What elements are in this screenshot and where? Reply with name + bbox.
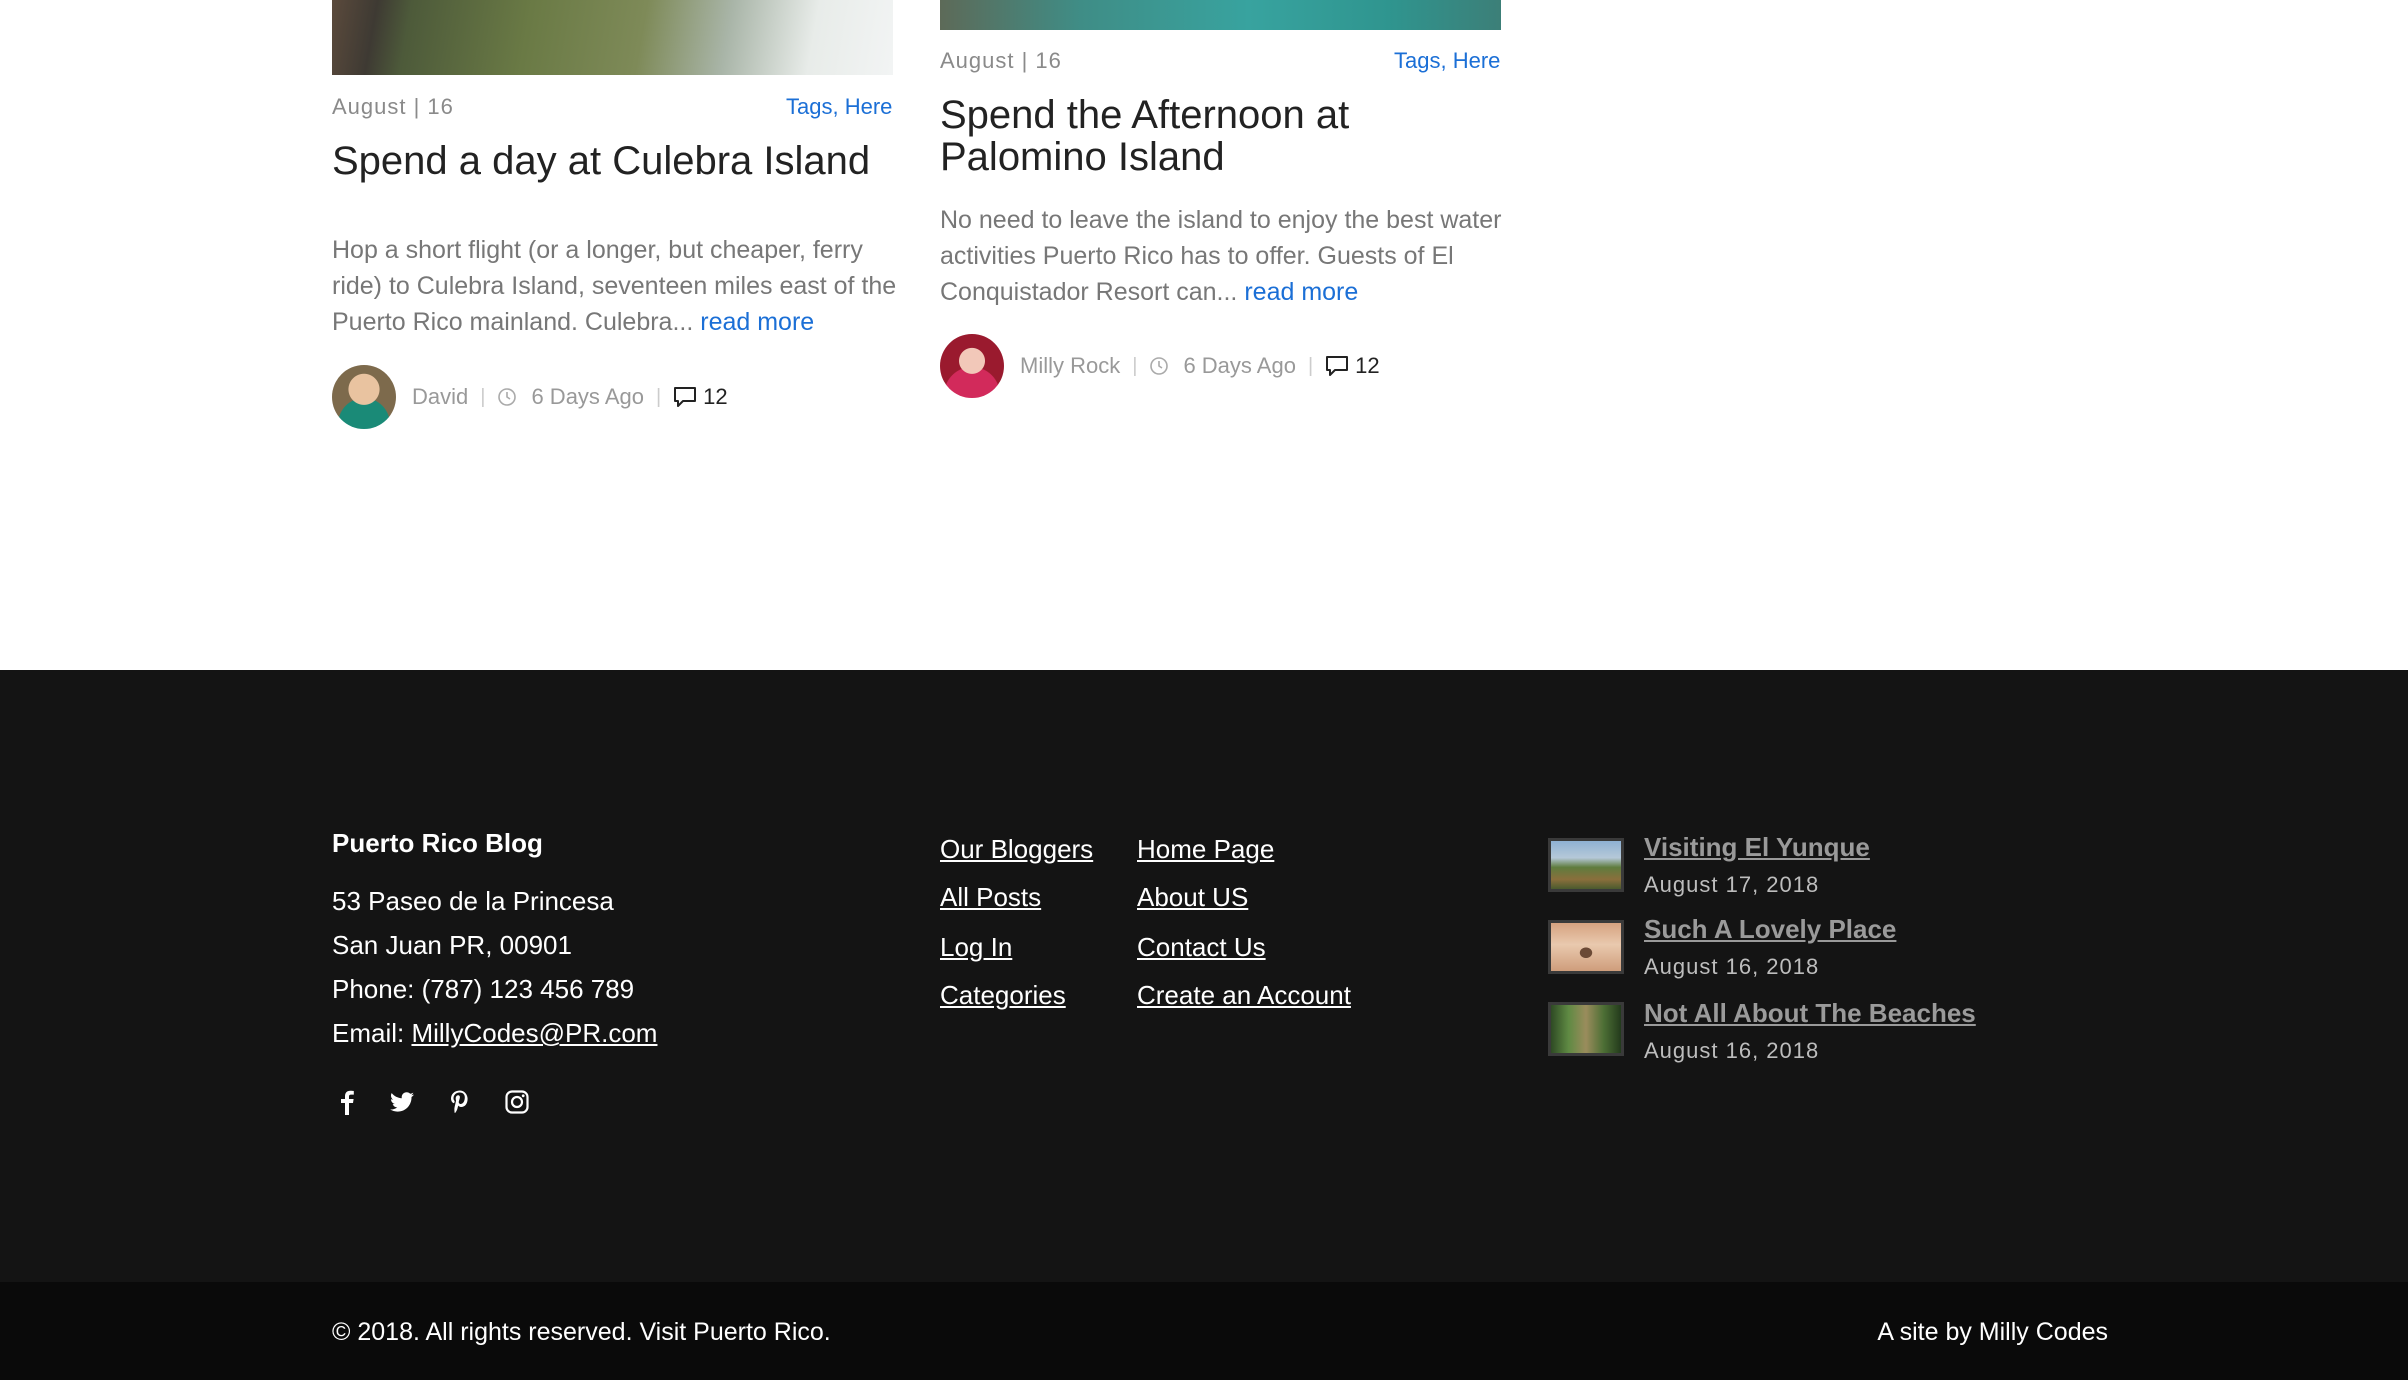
post-title-line[interactable]: Spend the Afternoon at: [940, 93, 1349, 137]
footer-phone: Phone: (787) 123 456 789: [332, 974, 635, 1004]
post-tags[interactable]: Tags, Here: [786, 94, 892, 120]
separator: |: [1307, 354, 1314, 377]
post-image-culebra[interactable]: [332, 0, 893, 75]
comment-icon[interactable]: [673, 386, 697, 408]
post-excerpt: No need to leave the island to enjoy the…: [940, 202, 1510, 310]
instagram-icon[interactable]: [503, 1088, 531, 1116]
author-name[interactable]: Milly Rock: [1020, 353, 1120, 379]
post-date: August | 16: [332, 94, 454, 119]
comment-icon[interactable]: [1325, 355, 1349, 377]
footer-address-line: San Juan PR, 00901: [332, 930, 572, 960]
clock-icon: [1150, 357, 1169, 375]
recent-post-title[interactable]: Visiting El Yunque: [1644, 832, 1870, 863]
footer-link-home-page[interactable]: Home Page: [1137, 834, 1274, 865]
recent-post-thumbnail[interactable]: [1548, 838, 1624, 892]
footer-link-all-posts[interactable]: All Posts: [940, 882, 1041, 913]
clock-icon: [498, 388, 517, 406]
recent-post-date: August 17, 2018: [1644, 872, 1820, 897]
post-title[interactable]: Spend the Afternoon at Palomino Island: [940, 94, 1349, 178]
recent-post-date: August 16, 2018: [1644, 1038, 1820, 1063]
comment-count[interactable]: 12: [703, 384, 727, 410]
separator: |: [1132, 354, 1138, 377]
footer-link-categories[interactable]: Categories: [940, 980, 1066, 1011]
read-more-link[interactable]: read more: [1244, 278, 1358, 306]
email-label: Email:: [332, 1018, 412, 1048]
footer-link-about-us[interactable]: About US: [1137, 882, 1248, 913]
footer-address-line: 53 Paseo de la Princesa: [332, 886, 614, 916]
recent-post-thumbnail[interactable]: [1548, 920, 1624, 974]
post-date: August | 16: [940, 48, 1062, 73]
read-more-link[interactable]: read more: [700, 308, 814, 336]
author-name[interactable]: David: [412, 384, 468, 410]
recent-post-title[interactable]: Such A Lovely Place: [1644, 914, 1896, 945]
avatar[interactable]: [940, 334, 1004, 398]
footer-link-log-in[interactable]: Log In: [940, 932, 1012, 963]
avatar[interactable]: [332, 365, 396, 429]
separator: |: [480, 385, 486, 408]
post-title-line[interactable]: Palomino Island: [940, 135, 1225, 179]
pinterest-icon[interactable]: [446, 1088, 474, 1116]
copyright-text: © 2018. All rights reserved. Visit Puert…: [332, 1318, 831, 1346]
post-byline: David | 6 Days Ago | 12: [332, 365, 728, 429]
footer-link-contact-us[interactable]: Contact Us: [1137, 932, 1266, 963]
post-title[interactable]: Spend a day at Culebra Island: [332, 140, 870, 182]
post-time: 6 Days Ago: [531, 384, 644, 409]
separator: |: [655, 385, 662, 408]
footer-brand-title: Puerto Rico Blog: [332, 828, 543, 858]
recent-post-date: August 16, 2018: [1644, 954, 1820, 979]
email-link[interactable]: MillyCodes@PR.com: [411, 1018, 657, 1048]
post-excerpt-text: No need to leave the island to enjoy the…: [940, 206, 1502, 306]
post-byline: Milly Rock | 6 Days Ago | 12: [940, 334, 1380, 398]
footer-email: Email: MillyCodes@PR.com: [332, 1018, 657, 1049]
facebook-icon[interactable]: [333, 1088, 361, 1116]
post-excerpt: Hop a short flight (or a longer, but che…: [332, 232, 902, 340]
recent-post-title[interactable]: Not All About The Beaches: [1644, 998, 1976, 1029]
twitter-icon[interactable]: [388, 1088, 416, 1116]
comment-count[interactable]: 12: [1355, 353, 1379, 379]
site-credit[interactable]: A site by Milly Codes: [1877, 1318, 2108, 1347]
post-tags[interactable]: Tags, Here: [1394, 48, 1500, 74]
footer-link-create-account[interactable]: Create an Account: [1137, 980, 1351, 1011]
post-time: 6 Days Ago: [1183, 353, 1296, 378]
footer-link-our-bloggers[interactable]: Our Bloggers: [940, 834, 1093, 865]
post-image-palomino[interactable]: [940, 0, 1501, 30]
recent-post-thumbnail[interactable]: [1548, 1002, 1624, 1056]
